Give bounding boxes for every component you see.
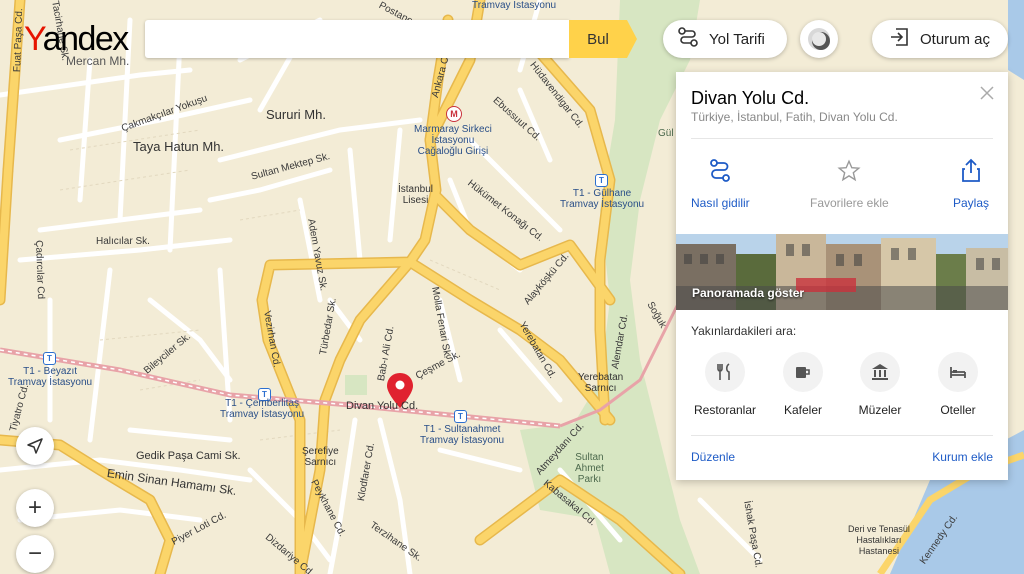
zoom-out-button[interactable]: − xyxy=(16,535,54,573)
logo-letter: Y xyxy=(24,20,44,58)
map-label-halicilar: Halıcılar Sk. xyxy=(96,236,150,247)
map-label-cadircilar: Çadırcılar Cd xyxy=(33,240,47,300)
place-card: Divan Yolu Cd. Türkiye, İstanbul, Fatih,… xyxy=(676,72,1008,480)
geolocation-icon xyxy=(27,438,43,454)
login-button[interactable]: Oturum aç xyxy=(872,20,1008,58)
panorama-label: Panoramada göster xyxy=(692,286,805,300)
how-to-get-label: Nasıl gidilir xyxy=(691,196,750,210)
layers-icon xyxy=(808,28,830,50)
geolocation-button[interactable] xyxy=(16,427,54,465)
add-favorite-button[interactable]: Favorilere ekle xyxy=(810,158,889,210)
route-button[interactable]: Yol Tarifi xyxy=(663,20,787,58)
add-favorite-label: Favorilere ekle xyxy=(810,196,889,210)
map-label-deri: Deri ve Tenasül Hastalıkları Hastanesi xyxy=(848,524,910,556)
restaurant-icon xyxy=(705,352,745,392)
add-organization-link[interactable]: Kurum ekle xyxy=(932,450,993,464)
divider xyxy=(691,435,993,436)
category-museums-label: Müzeler xyxy=(858,403,902,417)
share-button[interactable]: Paylaş xyxy=(953,158,989,210)
search-button-arrow xyxy=(627,20,637,58)
hotel-icon xyxy=(938,352,978,392)
map-label-marmaray: Marmaray Sirkeci İstasyonu Cağaloğlu Gir… xyxy=(414,124,492,157)
star-icon xyxy=(837,159,861,182)
zoom-in-button[interactable]: + xyxy=(16,489,54,527)
map-label-gulhane: T1 - Gülhane Tramvay İstasyonu xyxy=(560,188,645,210)
search-input[interactable] xyxy=(145,20,569,58)
search-button[interactable]: Bul xyxy=(569,20,627,58)
layers-button[interactable] xyxy=(800,20,838,58)
route-button-label: Yol Tarifi xyxy=(709,30,765,48)
route-icon xyxy=(710,159,731,182)
category-restaurants[interactable]: Restoranlar xyxy=(685,352,765,417)
map-label-yerebatan-sarnici: Yerebatan Sarnıcı xyxy=(578,372,624,394)
place-address: Türkiye, İstanbul, Fatih, Divan Yolu Cd. xyxy=(691,110,898,124)
category-cafes[interactable]: Kafeler xyxy=(763,352,843,417)
close-icon[interactable] xyxy=(978,84,996,102)
category-hotels[interactable]: Oteller xyxy=(918,352,998,417)
category-hotels-label: Oteller xyxy=(940,403,976,417)
map-label-sultanahmet-tram: T1 - Sultanahmet Tramvay İstasyonu xyxy=(420,424,505,446)
panorama-preview[interactable]: Panoramada göster xyxy=(676,234,1008,310)
nearby-title: Yakınlardakileri ara: xyxy=(691,324,797,338)
map-label-divan-yolu: Divan Yolu Cd. xyxy=(346,400,419,412)
map-label-taya-hatun: Taya Hatun Mh. xyxy=(133,139,225,154)
logo-text: andex xyxy=(42,20,130,58)
museum-icon xyxy=(860,352,900,392)
map-label-sururi: Sururi Mh. xyxy=(266,107,326,122)
map-label-gul: Gül xyxy=(658,128,674,139)
tram-stop-icon[interactable]: T xyxy=(43,352,56,365)
tram-stop-icon[interactable]: T xyxy=(454,410,467,423)
map-label-cemberlitas: T1 - Çemberlitaş Tramvay İstasyonu xyxy=(220,398,305,420)
metro-icon[interactable]: M xyxy=(446,106,462,122)
map-label-serefiye: Şerefiye Sarnıcı xyxy=(302,446,339,468)
login-button-label: Oturum aç xyxy=(920,30,991,48)
map-label-tramvay-top: Tramvay İstasyonu xyxy=(472,0,557,11)
login-icon xyxy=(890,27,910,51)
share-label: Paylaş xyxy=(953,196,990,210)
divider xyxy=(691,138,993,139)
map-label-istanbul-lisesi: İstanbul Lisesi xyxy=(398,184,434,206)
category-cafes-label: Kafeler xyxy=(783,403,823,417)
category-museums[interactable]: Müzeler xyxy=(840,352,920,417)
tram-stop-icon[interactable]: T xyxy=(595,174,608,187)
map-label-sultanahmet-parki: Sultan Ahmet Parkı xyxy=(575,452,604,485)
share-icon xyxy=(962,158,980,182)
route-icon xyxy=(677,26,699,52)
category-restaurants-label: Restoranlar xyxy=(693,403,757,417)
place-title: Divan Yolu Cd. xyxy=(691,88,810,108)
map-label-gedik-pasa: Gedik Paşa Cami Sk. xyxy=(136,450,241,462)
edit-link[interactable]: Düzenle xyxy=(691,450,735,464)
yandex-logo[interactable]: Yandex xyxy=(24,20,130,58)
cafe-icon xyxy=(783,352,823,392)
how-to-get-button[interactable]: Nasıl gidilir xyxy=(691,158,750,210)
